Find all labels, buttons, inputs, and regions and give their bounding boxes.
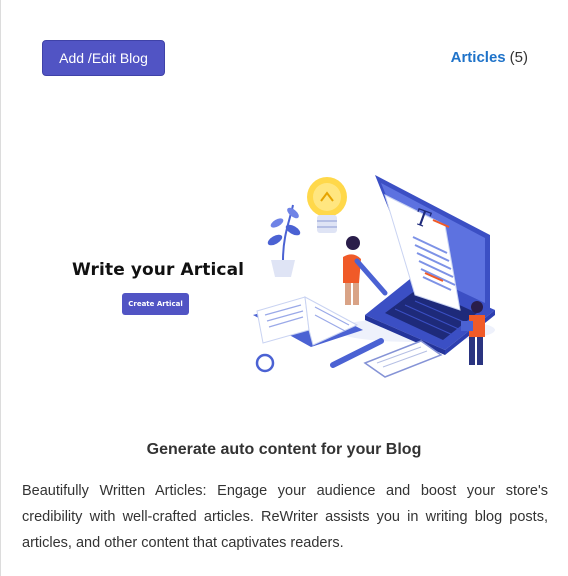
articles-link[interactable]: Articles [451,49,506,66]
articles-count-value: (5) [509,49,528,66]
content-heading: Generate auto content for your Blog [146,441,422,458]
content-description: Beautifully Written Articles: Engage you… [22,483,548,551]
writing-laptop-illustration-icon: T [253,175,495,378]
articles-count: Articles (5) [451,49,528,66]
create-article-button[interactable]: Create Artical [122,293,189,315]
hero-title: Write your Artical [72,260,245,280]
hero-banner: Write your Artical Create Artical T [0,160,568,390]
add-edit-blog-button[interactable]: Add /Edit Blog [42,40,165,76]
